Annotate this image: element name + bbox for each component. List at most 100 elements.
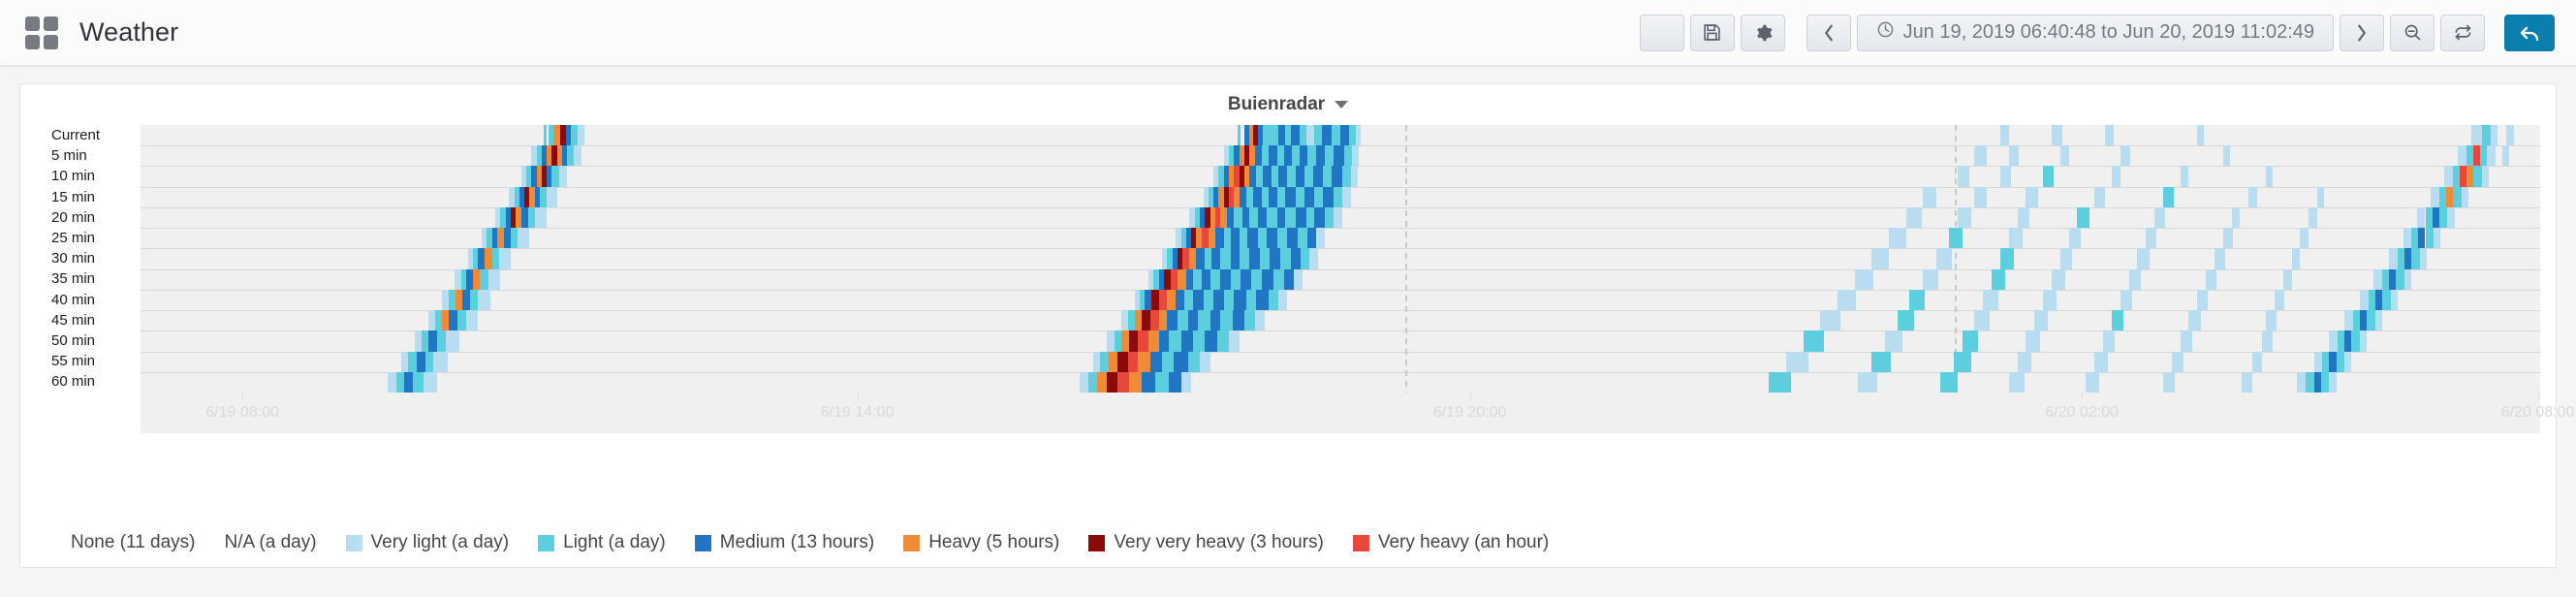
heatmap-cell[interactable]	[2120, 145, 2131, 167]
heatmap-cell[interactable]	[2296, 371, 2306, 393]
heatmap-cell[interactable]	[2300, 228, 2309, 249]
heatmap-cell[interactable]	[2396, 268, 2405, 290]
heatmap-cell[interactable]	[2111, 310, 2124, 331]
heatmap-cell[interactable]	[2411, 228, 2419, 249]
heatmap-cell[interactable]	[498, 248, 511, 269]
heatmap-cell[interactable]	[2008, 228, 2023, 249]
heatmap-cell[interactable]	[1201, 228, 1209, 249]
heatmap-cell[interactable]	[2171, 351, 2184, 372]
heatmap-cell[interactable]	[1114, 330, 1121, 352]
time-range-picker[interactable]: Jun 19, 2019 06:40:48 to Jun 20, 2019 11…	[1856, 14, 2334, 51]
heatmap-cell[interactable]	[1220, 206, 1228, 229]
heatmap-cell[interactable]	[2026, 330, 2040, 352]
heatmap-cell[interactable]	[1138, 351, 1150, 372]
heatmap-cell[interactable]	[2461, 186, 2468, 207]
heatmap-cell[interactable]	[1189, 248, 1197, 269]
heatmap-cell[interactable]	[553, 125, 561, 146]
heatmap-cell[interactable]	[428, 330, 437, 352]
heatmap-cell[interactable]	[2059, 248, 2073, 269]
heatmap-cell[interactable]	[1256, 289, 1269, 311]
heatmap-cell[interactable]	[2403, 228, 2412, 249]
heatmap-cell[interactable]	[1355, 125, 1362, 146]
heatmap-cell[interactable]	[2094, 351, 2109, 372]
heatmap-cell[interactable]	[2344, 330, 2352, 352]
heatmap-cell[interactable]	[442, 289, 450, 311]
heatmap-cell[interactable]	[1333, 186, 1342, 207]
heatmap-cell[interactable]	[2452, 166, 2460, 187]
heatmap-cell[interactable]	[1283, 145, 1293, 167]
heatmap-cell[interactable]	[2438, 186, 2446, 207]
heatmap-cell[interactable]	[1223, 228, 1231, 249]
heatmap-cell[interactable]	[534, 206, 548, 229]
heatmap-cell[interactable]	[1216, 330, 1230, 352]
heatmap-cell[interactable]	[423, 371, 437, 393]
heatmap-cell[interactable]	[1266, 228, 1277, 249]
heatmap-cell[interactable]	[1245, 186, 1253, 207]
heatmap-cell[interactable]	[527, 206, 535, 229]
heatmap-cell[interactable]	[1163, 268, 1171, 290]
heatmap-cell[interactable]	[2206, 268, 2216, 290]
heatmap-cell[interactable]	[1974, 145, 1987, 167]
heatmap-cell[interactable]	[1162, 351, 1175, 372]
heatmap-cell[interactable]	[2162, 186, 2174, 207]
heatmap-cell[interactable]	[1304, 186, 1315, 207]
heatmap-cell[interactable]	[496, 228, 504, 249]
heatmap-cell[interactable]	[1350, 166, 1358, 187]
heatmap-cell[interactable]	[1109, 351, 1118, 372]
heatmap-cell[interactable]	[1999, 166, 2011, 187]
heatmap-cell[interactable]	[1242, 206, 1250, 229]
heatmap-cell[interactable]	[422, 330, 429, 352]
heatmap-cell[interactable]	[2104, 125, 2114, 146]
heatmap-cell[interactable]	[428, 310, 436, 331]
heatmap-cell[interactable]	[1803, 330, 1824, 352]
heatmap-cell[interactable]	[1227, 206, 1235, 229]
heatmap-cell[interactable]	[2443, 166, 2453, 187]
time-shift-back-button[interactable]	[1806, 14, 1851, 51]
heatmap-cell[interactable]	[1232, 310, 1244, 331]
heatmap-cell[interactable]	[2416, 206, 2426, 229]
heatmap-cell[interactable]	[2344, 310, 2354, 331]
heatmap-cell[interactable]	[1287, 228, 1298, 249]
heatmap-cell[interactable]	[1209, 268, 1221, 290]
heatmap-cell[interactable]	[2068, 228, 2082, 249]
heatmap-cell[interactable]	[2162, 371, 2176, 393]
heatmap-cell[interactable]	[1290, 248, 1302, 269]
heatmap-cell[interactable]	[540, 186, 548, 207]
heatmap-cell[interactable]	[2471, 125, 2482, 146]
heatmap-cell[interactable]	[1247, 228, 1259, 249]
heatmap-cell[interactable]	[1230, 228, 1240, 249]
heatmap-cell[interactable]	[2353, 310, 2361, 331]
heatmap-cell[interactable]	[2051, 268, 2066, 290]
heatmap-cell[interactable]	[2404, 248, 2412, 269]
heatmap-cell[interactable]	[456, 289, 463, 311]
heatmap-cell[interactable]	[2375, 310, 2383, 331]
heatmap-cell[interactable]	[1999, 125, 2009, 146]
heatmap-cell[interactable]	[2360, 330, 2368, 352]
heatmap-cell[interactable]	[2438, 206, 2448, 229]
heatmap-cell[interactable]	[2180, 166, 2189, 187]
heatmap-cell[interactable]	[1177, 268, 1186, 290]
heatmap-cell[interactable]	[1169, 371, 1181, 393]
settings-button[interactable]	[1740, 14, 1785, 51]
chevron-down-icon[interactable]	[1335, 101, 1349, 109]
heatmap-cell[interactable]	[1885, 330, 1903, 352]
heatmap-cell[interactable]	[1230, 268, 1241, 290]
heatmap-cell[interactable]	[2487, 145, 2496, 167]
heatmap-cell[interactable]	[2425, 228, 2435, 249]
heatmap-cell[interactable]	[1263, 125, 1271, 146]
heatmap-cell[interactable]	[2111, 166, 2120, 187]
heatmap-cell[interactable]	[2120, 289, 2133, 311]
heatmap-cell[interactable]	[1299, 125, 1306, 146]
heatmap-cell[interactable]	[1290, 125, 1300, 146]
legend-item[interactable]: Light (a day)	[538, 532, 666, 553]
refresh-button[interactable]	[2440, 14, 2485, 51]
heatmap-cell[interactable]	[1223, 289, 1235, 311]
heatmap-cell[interactable]	[1249, 166, 1257, 187]
heatmap-cell[interactable]	[1283, 268, 1295, 290]
heatmap-cell[interactable]	[2458, 145, 2466, 167]
heatmap-cell[interactable]	[1151, 289, 1159, 311]
heatmap-cell[interactable]	[1170, 268, 1178, 290]
save-dashboard-button[interactable]	[1689, 14, 1735, 51]
heatmap-cell[interactable]	[1258, 228, 1267, 249]
heatmap-cell[interactable]	[1276, 145, 1284, 167]
